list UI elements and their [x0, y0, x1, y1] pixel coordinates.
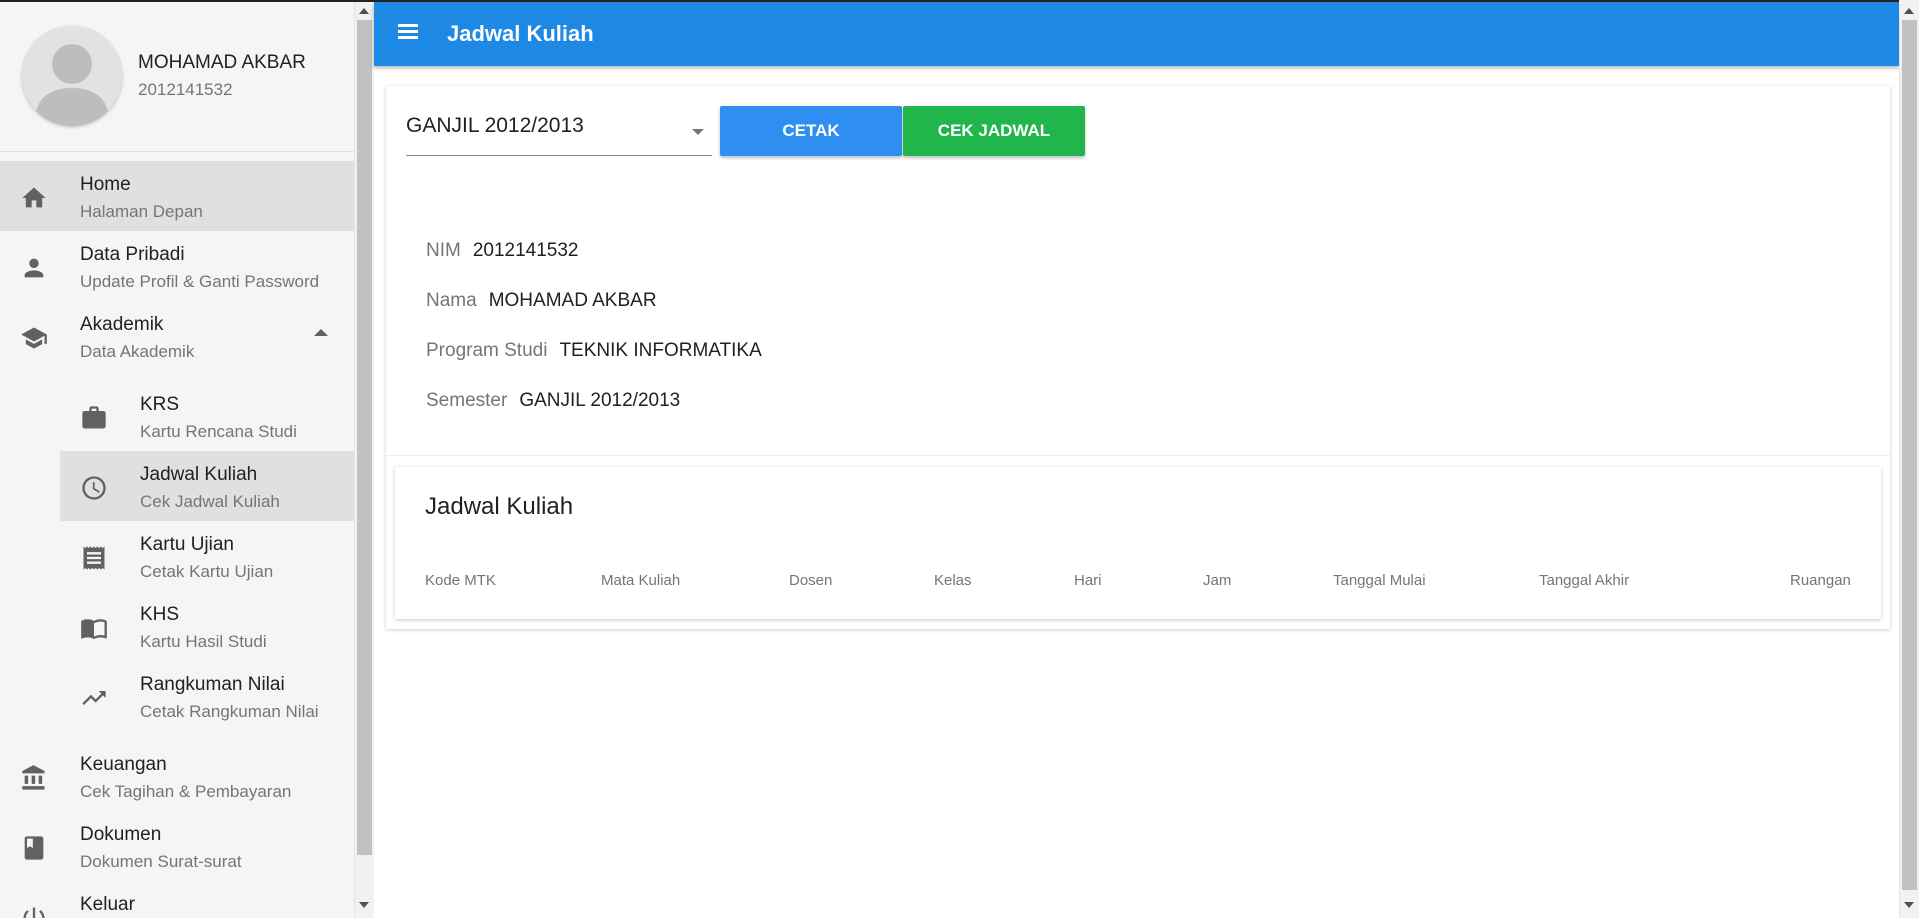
- sidebar-item-title: Kartu Ujian: [140, 534, 234, 555]
- bank-icon: [20, 764, 48, 792]
- info-semester-label: Semester: [426, 390, 508, 411]
- semester-select-value: GANJIL 2012/2013: [406, 114, 584, 137]
- sidebar-item-title: KRS: [140, 394, 180, 415]
- home-icon: [20, 184, 48, 212]
- chevron-up-icon[interactable]: [314, 329, 328, 336]
- clock-icon: [80, 474, 108, 502]
- profile-header: MOHAMAD AKBAR 2012141532: [0, 0, 354, 152]
- column-header-kelas[interactable]: Kelas: [934, 572, 972, 589]
- column-header-dosen[interactable]: Dosen: [789, 572, 832, 589]
- sidebar-item-jadwal-kuliah[interactable]: Jadwal Kuliah Cek Jadwal Kuliah: [60, 451, 354, 521]
- sidebar-item-subtitle: Kartu Hasil Studi: [140, 632, 267, 651]
- info-prodi-value: TEKNIK INFORMATIKA: [559, 340, 762, 361]
- column-header-ruangan[interactable]: Ruangan: [1790, 572, 1851, 589]
- sidebar-item-subtitle: Halaman Depan: [80, 202, 203, 221]
- info-nama-value: MOHAMAD AKBAR: [488, 290, 657, 311]
- sidebar-item-subtitle: Data Akademik: [80, 342, 195, 361]
- chevron-down-icon[interactable]: [692, 129, 704, 135]
- scroll-up-arrow-icon[interactable]: [359, 8, 369, 14]
- info-prodi-row: Program Studi TEKNIK INFORMATIKA: [426, 340, 762, 362]
- sidebar-item-subtitle: Cetak Kartu Ujian: [140, 562, 274, 581]
- page-title: Jadwal Kuliah: [447, 21, 594, 46]
- person-silhouette-icon: [22, 26, 122, 126]
- sidebar-item-data-pribadi[interactable]: Data Pribadi Update Profil & Ganti Passw…: [0, 231, 354, 301]
- receipt-icon: [80, 544, 108, 572]
- sidebar-item-keluar[interactable]: Keluar: [0, 881, 354, 918]
- book-icon: [20, 834, 48, 862]
- schedule-table-card: Jadwal Kuliah Kode MTK Mata Kuliah Dosen…: [395, 467, 1881, 619]
- sidebar-item-subtitle: Update Profil & Ganti Password: [80, 272, 320, 291]
- page-scrollbar-thumb[interactable]: [1902, 20, 1917, 890]
- info-semester-row: Semester GANJIL 2012/2013: [426, 390, 680, 412]
- profile-name: MOHAMAD AKBAR: [138, 52, 306, 73]
- info-semester-value: GANJIL 2012/2013: [519, 390, 681, 411]
- cetak-button[interactable]: CETAK: [720, 106, 902, 156]
- cek-jadwal-button[interactable]: CEK JADWAL: [903, 106, 1085, 156]
- school-icon: [20, 324, 48, 352]
- scroll-down-arrow-icon[interactable]: [1904, 902, 1914, 908]
- sidebar-item-subtitle: Cek Jadwal Kuliah: [140, 492, 280, 511]
- info-nim-row: NIM 2012141532: [426, 240, 579, 262]
- hamburger-menu-icon[interactable]: [398, 24, 420, 42]
- semester-select[interactable]: GANJIL 2012/2013: [406, 104, 712, 156]
- sidebar-item-title: KHS: [140, 604, 180, 625]
- sidebar-item-dokumen[interactable]: Dokumen Dokumen Surat-surat: [0, 811, 354, 881]
- sidebar-item-title: Akademik: [80, 314, 164, 335]
- sidebar-item-krs[interactable]: KRS Kartu Rencana Studi: [60, 381, 354, 451]
- person-icon: [20, 254, 48, 282]
- info-nim-label: NIM: [426, 240, 461, 261]
- sidebar-item-subtitle: Cek Tagihan & Pembayaran: [80, 782, 292, 801]
- sidebar-item-title: Home: [80, 174, 131, 195]
- app-bar: Jadwal Kuliah: [374, 2, 1899, 66]
- column-header-hari[interactable]: Hari: [1074, 572, 1102, 589]
- column-header-kode-mtk[interactable]: Kode MTK: [425, 572, 496, 589]
- info-nama-row: Nama MOHAMAD AKBAR: [426, 290, 657, 312]
- sidebar-item-subtitle: Dokumen Surat-surat: [80, 852, 242, 871]
- power-icon: [20, 904, 48, 918]
- sidebar-item-title: Jadwal Kuliah: [140, 464, 258, 485]
- sidebar-item-rangkuman-nilai[interactable]: Rangkuman Nilai Cetak Rangkuman Nilai: [60, 661, 354, 731]
- sidebar: MOHAMAD AKBAR 2012141532 Home Halaman De…: [0, 0, 354, 918]
- info-nim-value: 2012141532: [472, 240, 579, 261]
- sidebar-scrollbar-thumb[interactable]: [357, 20, 372, 855]
- sidebar-item-kartu-ujian[interactable]: Kartu Ujian Cetak Kartu Ujian: [60, 521, 354, 591]
- sidebar-item-title: Data Pribadi: [80, 244, 185, 265]
- scroll-up-arrow-icon[interactable]: [1904, 8, 1914, 14]
- sidebar-item-title: Dokumen: [80, 824, 162, 845]
- sidebar-item-akademik[interactable]: Akademik Data Akademik: [0, 301, 354, 371]
- sidebar-item-subtitle: Cetak Rangkuman Nilai: [140, 702, 319, 721]
- info-prodi-label: Program Studi: [426, 340, 548, 361]
- book-open-icon: [80, 614, 108, 642]
- scroll-down-arrow-icon[interactable]: [359, 902, 369, 908]
- sidebar-item-keuangan[interactable]: Keuangan Cek Tagihan & Pembayaran: [0, 741, 354, 811]
- column-header-tanggal-akhir[interactable]: Tanggal Akhir: [1539, 572, 1629, 589]
- schedule-table-title: Jadwal Kuliah: [425, 493, 574, 520]
- divider: [386, 455, 1890, 456]
- column-header-mata-kuliah[interactable]: Mata Kuliah: [601, 572, 680, 589]
- info-nama-label: Nama: [426, 290, 477, 311]
- trending-up-icon: [80, 684, 108, 712]
- briefcase-icon: [80, 404, 108, 432]
- sidebar-item-title: Rangkuman Nilai: [140, 674, 285, 695]
- column-header-tanggal-mulai[interactable]: Tanggal Mulai: [1333, 572, 1426, 589]
- column-header-jam[interactable]: Jam: [1203, 572, 1231, 589]
- main-card: GANJIL 2012/2013 CETAK CEK JADWAL NIM 201…: [386, 86, 1890, 629]
- sidebar-item-home[interactable]: Home Halaman Depan: [0, 161, 354, 231]
- sidebar-item-khs[interactable]: KHS Kartu Hasil Studi: [60, 591, 354, 661]
- sidebar-item-subtitle: Kartu Rencana Studi: [140, 422, 297, 441]
- avatar: [22, 26, 122, 126]
- profile-nim: 2012141532: [138, 80, 233, 99]
- sidebar-item-title: Keuangan: [80, 754, 167, 775]
- sidebar-item-title: Keluar: [80, 894, 135, 915]
